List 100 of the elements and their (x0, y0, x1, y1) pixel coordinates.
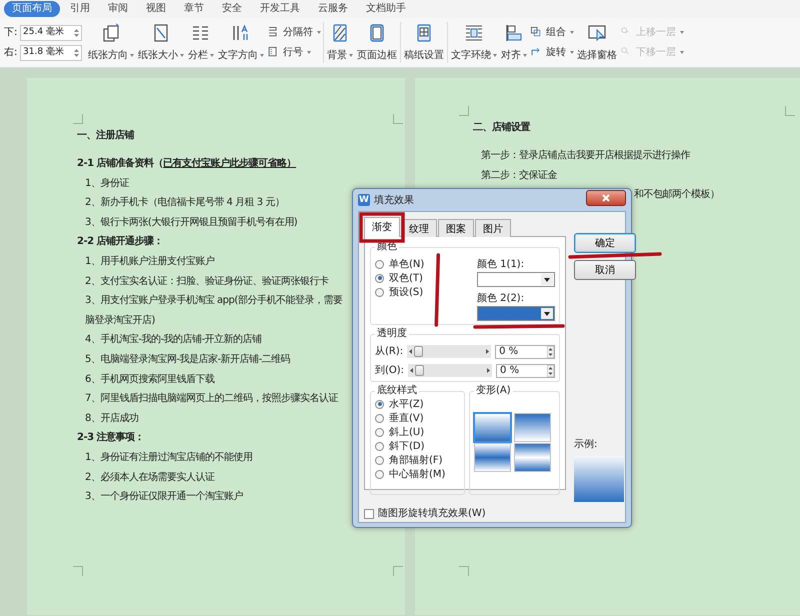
corner-mark (459, 106, 469, 116)
toolbar-button[interactable]: 分栏 (186, 20, 216, 64)
toolbar-button[interactable]: 旋转 (529, 42, 575, 62)
group-title: 变形(A) (475, 385, 512, 397)
list-item-text: 第二步：交保证金 (481, 170, 557, 181)
toolbar-button[interactable]: 选择窗格 (575, 20, 619, 64)
caret-icon (130, 54, 134, 56)
caret-icon (680, 31, 684, 34)
slider-label: 从(R): (375, 344, 404, 359)
radio-label[interactable]: 垂直(V) (389, 410, 424, 426)
list-item-text: 2、新办手机卡（电信福卡尾号带 4 月租 3 元） (85, 197, 284, 208)
radio-button[interactable] (375, 428, 384, 436)
radio-label[interactable]: 双色(T) (389, 270, 423, 286)
close-button[interactable] (586, 190, 626, 206)
list-item-text: 1、用手机账户注册支付宝账户 (85, 256, 214, 267)
toolbar-button[interactable]: 文字环绕 (449, 20, 499, 64)
toolbar-button[interactable]: 纸张方向 (86, 20, 136, 64)
radio-label[interactable]: 单色(N) (389, 256, 424, 272)
radio-label[interactable]: 预设(S) (389, 284, 424, 300)
ribbon-tab[interactable]: 引用 (62, 1, 98, 17)
gradient-variant[interactable] (514, 413, 551, 442)
toolbar-button[interactable]: 文字方向 (216, 20, 266, 64)
radio-button[interactable] (375, 470, 384, 478)
dialog-button[interactable]: 取消 (574, 260, 636, 280)
toolbar-button[interactable]: 纸张大小 (136, 20, 186, 64)
arrow-icon[interactable] (487, 368, 490, 373)
radio-button[interactable] (375, 442, 384, 450)
arrow-icon[interactable] (410, 368, 414, 373)
section-heading: 二、店铺设置 (473, 122, 530, 133)
caret-icon (260, 54, 264, 56)
preview-label: 示例: (574, 438, 598, 452)
ribbon-tab[interactable]: 文档助手 (358, 1, 414, 17)
slider-thumb[interactable] (415, 365, 424, 376)
radio-button[interactable] (375, 456, 384, 464)
list-item-text: 3、一个身份证仅限开通一个淘宝账户 (85, 491, 243, 502)
list-item-text: 2、支付宝实名认证：扫脸、验证身份证、验证两张银行卡 (85, 276, 328, 287)
list-item-text: 第一步：登录店铺点击我要开店根据提示进行操作 (481, 150, 690, 161)
arrow-icon[interactable] (486, 349, 490, 354)
gradient-variant[interactable] (514, 443, 551, 472)
ribbon-tab[interactable]: 章节 (176, 1, 212, 17)
margin-field[interactable]: 31.8 毫米 (20, 44, 82, 60)
ribbon-tab[interactable]: 开发工具 (252, 1, 308, 17)
text-wrap-icon (464, 22, 484, 42)
percent-field[interactable]: 0 % (496, 364, 555, 378)
align-icon (504, 22, 524, 42)
dialog-tab[interactable]: 渐变 (364, 217, 400, 237)
margin-field[interactable]: 25.4 毫米 (20, 24, 82, 40)
slider-thumb[interactable] (414, 346, 424, 357)
preview-swatch (574, 456, 624, 502)
toolbar-button[interactable]: 背景 (325, 20, 355, 64)
percent-field[interactable]: 0 % (495, 344, 555, 358)
ribbon-tab[interactable]: 安全 (214, 1, 250, 17)
gradient-variant[interactable] (474, 443, 511, 472)
radio-label[interactable]: 中心辐射(M) (389, 466, 446, 482)
dialog-tab[interactable]: 纹理 (401, 219, 437, 237)
toolbar-button[interactable]: 组合 (529, 22, 575, 42)
corner-mark (393, 566, 403, 576)
ribbon-tab[interactable]: 云服务 (310, 1, 356, 17)
checkbox[interactable] (364, 508, 374, 518)
spinner-icon[interactable] (547, 364, 554, 376)
corner-mark (73, 566, 83, 576)
list-item-text: 3、银行卡两张(大银行开网银且预留手机号有在用) (85, 216, 298, 228)
corner-mark (459, 566, 469, 576)
arrow-icon[interactable] (409, 349, 412, 354)
radio-button[interactable] (375, 260, 384, 268)
dialog-tab[interactable]: 图片 (475, 219, 511, 237)
color-dropdown[interactable] (477, 272, 555, 287)
subsection-heading: 2-3 注意事项： (77, 432, 144, 444)
spinner-icon[interactable] (74, 48, 79, 58)
toolbar-button[interactable]: 稿纸设置 (402, 20, 446, 64)
ribbon-tab[interactable]: 审阅 (100, 1, 136, 17)
checkbox-label[interactable]: 随图形旋转填充效果(W) (378, 506, 486, 521)
radio-label[interactable]: 斜下(D) (389, 438, 425, 454)
radio-label[interactable]: 斜上(U) (389, 424, 424, 440)
list-item-text: 6、手机网页搜索阿里钱盾下载 (85, 374, 214, 385)
dialog-button[interactable]: 确定 (574, 233, 636, 253)
ribbon-tab[interactable]: 页面布局 (4, 1, 60, 17)
list-item-text: 3、用支付宝账户登录手机淘宝 app(部分手机不能登录，需要 (85, 295, 342, 306)
radio-button[interactable] (375, 414, 384, 422)
toolbar-button[interactable]: 页面边框 (355, 20, 399, 64)
spinner-icon[interactable] (74, 28, 79, 38)
corner-mark (393, 114, 403, 124)
toolbar-button[interactable]: 对齐 (499, 20, 529, 64)
caret-icon (544, 312, 550, 316)
ribbon-tab[interactable]: 视图 (138, 1, 174, 17)
radio-button[interactable] (375, 288, 384, 296)
list-item-text: 2、必须本人在场需要实人认证 (85, 472, 214, 482)
radio-button[interactable] (375, 400, 384, 408)
radio-button[interactable] (375, 274, 384, 282)
color-dropdown[interactable] (477, 306, 555, 321)
dialog-tab[interactable]: 图案 (438, 219, 474, 237)
gradient-variant[interactable] (474, 413, 511, 442)
annotation-box (359, 212, 405, 243)
radio-label[interactable]: 角部辐射(F) (389, 452, 443, 468)
radio-label[interactable]: 水平(Z) (389, 396, 424, 412)
list-item-text: 1、身份证 (85, 178, 129, 189)
toolbar-button[interactable]: 行号 (266, 42, 322, 62)
caret-icon (680, 51, 684, 54)
spinner-icon[interactable] (547, 346, 554, 358)
caret-icon (210, 54, 214, 56)
